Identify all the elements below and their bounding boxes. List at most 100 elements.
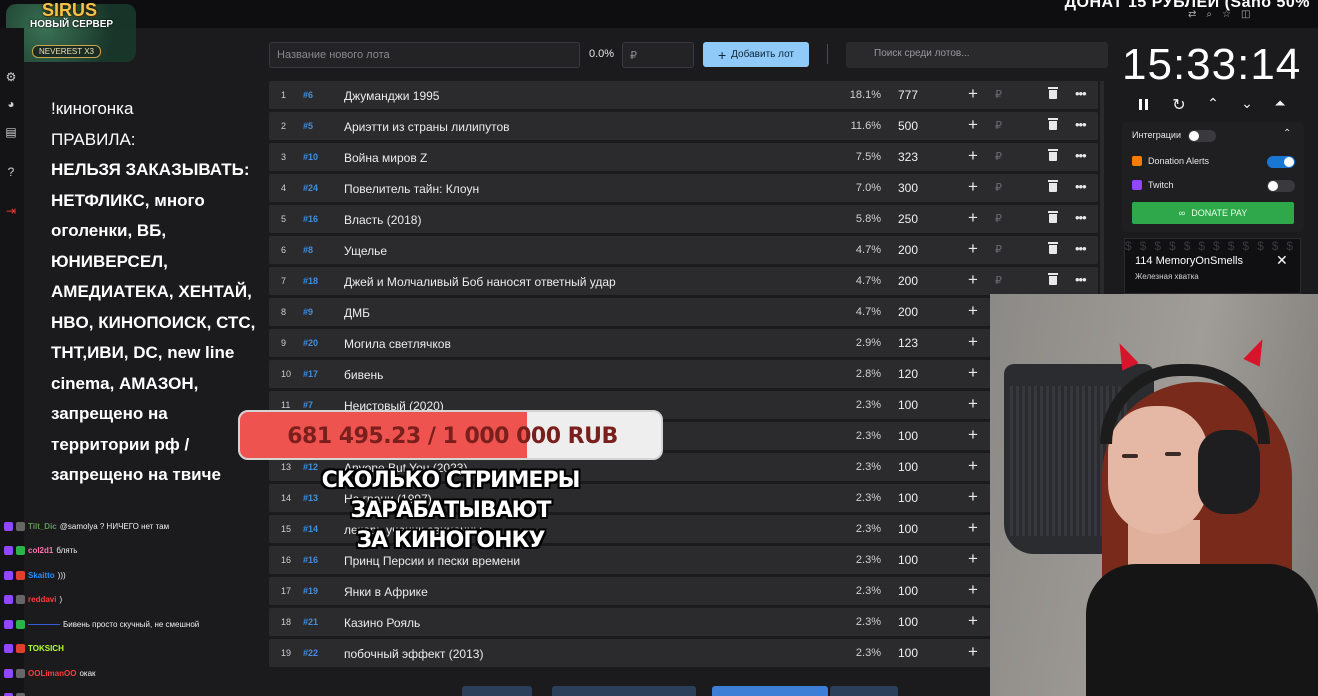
chat-username[interactable]: Skaitto [28, 571, 55, 580]
chat-username[interactable]: Tilt_Dic [28, 522, 57, 531]
add-amount-icon[interactable]: + [968, 363, 978, 383]
lot-row[interactable]: 9#20Могила светлячков2.9%123+₽••• [269, 329, 1098, 357]
trash-icon[interactable] [1048, 180, 1058, 192]
lot-row[interactable]: 5 #16 Власть (2018) 5.8% 250 + ₽ ••• [269, 205, 1098, 233]
zoom-icon[interactable]: ⌕ [1206, 9, 1212, 20]
restart-icon[interactable]: ↻ [1169, 95, 1189, 115]
lot-amount[interactable]: 200 [898, 305, 918, 319]
add-amount-icon[interactable]: + [968, 270, 978, 290]
add-amount-icon[interactable]: + [968, 642, 978, 662]
lot-name[interactable]: побочный эффект (2013) [344, 647, 483, 661]
add-lot-button[interactable]: + Добавить лот [703, 42, 809, 67]
timer-max-icon[interactable]: ⏶ [1270, 95, 1290, 112]
lot-name[interactable]: Ариэтти из страны лилипутов [344, 120, 510, 134]
more-icon[interactable]: ••• [1075, 241, 1087, 256]
trash-icon[interactable] [1048, 87, 1058, 99]
lot-amount[interactable]: 250 [898, 212, 918, 226]
lot-row[interactable]: 18#21Казино Рояль2.3%100+₽••• [269, 608, 1098, 636]
lot-amount[interactable]: 300 [898, 181, 918, 195]
lot-name[interactable]: Ущелье [344, 244, 387, 258]
lot-amount[interactable]: 323 [898, 150, 918, 164]
more-icon[interactable]: ••• [1075, 148, 1087, 163]
trash-icon[interactable] [1048, 273, 1058, 285]
lot-row[interactable]: 8#9ДМБ4.7%200+₽••• [269, 298, 1098, 326]
more-icon[interactable]: ••• [1075, 117, 1087, 132]
pause-icon[interactable] [1139, 99, 1149, 110]
donation-alerts-toggle[interactable] [1267, 156, 1295, 168]
add-amount-icon[interactable]: + [968, 332, 978, 352]
add-amount-icon[interactable]: + [968, 177, 978, 197]
lot-name[interactable]: Война миров Z [344, 151, 427, 165]
lot-row[interactable]: 19#22побочный эффект (2013)2.3%100+₽••• [269, 639, 1098, 667]
lot-name[interactable]: Повелитель тайн: Клоун [344, 182, 479, 196]
add-amount-icon[interactable]: + [968, 487, 978, 507]
add-amount-icon[interactable]: + [968, 580, 978, 600]
lot-row[interactable]: 4 #24 Повелитель тайн: Клоун 7.0% 300 + ₽ ••• [269, 174, 1098, 202]
lot-name[interactable]: ДМБ [344, 306, 370, 320]
lot-amount[interactable]: 100 [898, 398, 918, 412]
add-amount-icon[interactable]: + [968, 301, 978, 321]
lot-name[interactable]: Джуманджи 1995 [344, 89, 439, 103]
lot-name[interactable]: бивень [344, 368, 383, 382]
chat-username[interactable]: OOLimanOO [28, 669, 76, 678]
dock-group-4[interactable] [830, 686, 898, 696]
dock-group-2[interactable] [552, 686, 696, 696]
translate-icon[interactable]: ⇄ [1188, 9, 1196, 20]
more-icon[interactable]: ••• [1075, 179, 1087, 194]
lot-amount[interactable]: 123 [898, 336, 918, 350]
logout-icon[interactable]: ⇥ [3, 203, 19, 219]
trash-icon[interactable] [1048, 211, 1058, 223]
lot-name[interactable]: Могила светлячков [344, 337, 451, 351]
lot-row[interactable]: 10#17бивень2.8%120+₽••• [269, 360, 1098, 388]
lot-amount[interactable]: 100 [898, 491, 918, 505]
lot-row[interactable]: 7 #18 Джей и Молчаливый Боб наносят ответн… [269, 267, 1098, 295]
dock-group-3[interactable] [712, 686, 828, 696]
chat-username[interactable]: col2d1 [28, 546, 53, 555]
lot-name[interactable]: Янки в Африке [344, 585, 428, 599]
trash-icon[interactable] [1048, 242, 1058, 254]
collapse-caret-icon[interactable]: ⌃ [1283, 128, 1291, 139]
lot-name[interactable]: Джей и Молчаливый Боб наносят ответный у… [344, 275, 616, 289]
star-icon[interactable]: ☆ [1222, 9, 1231, 20]
chat-username[interactable]: reddavi [28, 595, 56, 604]
lot-amount[interactable]: 120 [898, 367, 918, 381]
lot-row[interactable]: 2 #5 Ариэтти из страны лилипутов 11.6% 500 + ₽… [269, 112, 1098, 140]
pie-chart-icon[interactable]: ◕ [3, 96, 19, 112]
chat-username[interactable]: ———— [28, 620, 60, 629]
new-lot-input[interactable]: Название нового лота [269, 42, 580, 68]
lot-amount[interactable]: 100 [898, 429, 918, 443]
extensions-icon[interactable]: ◫ [1241, 9, 1250, 20]
lot-amount[interactable]: 777 [898, 88, 918, 102]
lot-amount[interactable]: 200 [898, 274, 918, 288]
lot-row[interactable]: 1 #6 Джуманджи 1995 18.1% 777 + ₽ ••• [269, 81, 1098, 109]
lot-amount[interactable]: 100 [898, 522, 918, 536]
integrations-toggle[interactable] [1188, 130, 1216, 142]
lot-name[interactable]: Принц Персии и пески времени [344, 554, 520, 568]
trash-icon[interactable] [1048, 149, 1058, 161]
add-amount-icon[interactable]: + [968, 84, 978, 104]
add-amount-icon[interactable]: + [968, 549, 978, 569]
add-amount-icon[interactable]: + [968, 611, 978, 631]
more-icon[interactable]: ••• [1075, 86, 1087, 101]
lot-amount[interactable]: 100 [898, 646, 918, 660]
add-amount-icon[interactable]: + [968, 425, 978, 445]
more-icon[interactable]: ••• [1075, 272, 1087, 287]
dock-group-1[interactable] [462, 686, 532, 696]
lot-row[interactable]: 17#19Янки в Африке2.3%100+₽••• [269, 577, 1098, 605]
add-amount-icon[interactable]: + [968, 239, 978, 259]
lot-search-input[interactable]: Поиск среди лотов... [846, 42, 1108, 68]
clipboard-icon[interactable]: ▤ [3, 124, 19, 140]
lot-amount[interactable]: 100 [898, 553, 918, 567]
twitch-toggle[interactable] [1267, 180, 1295, 192]
trash-icon[interactable] [1048, 118, 1058, 130]
new-lot-amount-input[interactable]: ₽ [622, 42, 694, 68]
help-icon[interactable]: ? [3, 164, 19, 180]
add-amount-icon[interactable]: + [968, 394, 978, 414]
lot-amount[interactable]: 100 [898, 460, 918, 474]
add-amount-icon[interactable]: + [968, 146, 978, 166]
lot-amount[interactable]: 100 [898, 615, 918, 629]
donate-pay-button[interactable]: ∞ DONATE PAY [1132, 202, 1294, 224]
gear-icon[interactable]: ⚙ [3, 69, 19, 85]
lot-amount[interactable]: 500 [898, 119, 918, 133]
chat-username[interactable]: TOKSICH [28, 644, 64, 653]
